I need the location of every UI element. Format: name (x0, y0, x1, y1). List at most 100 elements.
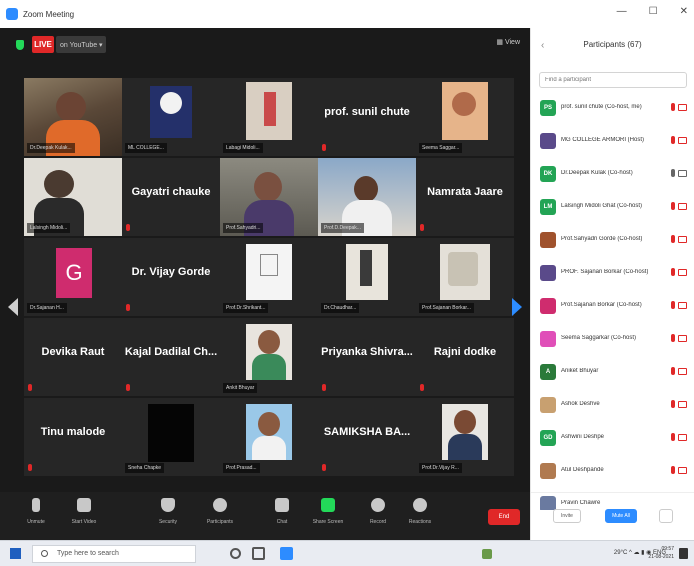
video-tile[interactable]: Devika Raut (24, 318, 122, 396)
meeting-toolbar: Unmute Start Video Security Participants… (0, 492, 530, 540)
participant-row[interactable]: Ashok Deshve (531, 391, 694, 421)
participant-row[interactable]: DK Dr.Deepak Kulak (Co-host) (531, 160, 694, 190)
windows-start-icon[interactable] (10, 548, 21, 559)
invite-button[interactable]: Invite (553, 509, 581, 523)
participant-name: Kajal Dadilal Ch... (124, 346, 218, 358)
share-screen-button[interactable]: Share Screen (304, 498, 352, 525)
task-view-icon[interactable] (252, 547, 265, 560)
video-tile[interactable]: SAMIKSHA BA... (318, 398, 416, 476)
participant-row-name: Prof.Sahyadri Gorde (Co-host) (561, 236, 643, 242)
video-tile[interactable]: ML COLLEGE... (122, 78, 220, 156)
participant-row[interactable]: Seema Saggarkar (Co-host) (531, 325, 694, 355)
participant-row[interactable]: LM Lalsingh Midoli Ghat (Co-host) (531, 193, 694, 223)
video-tile[interactable]: Tinu malode (24, 398, 122, 476)
previous-page-arrow-icon[interactable] (8, 298, 18, 316)
video-tile[interactable]: Prof.D.Deepak... (318, 158, 416, 236)
notifications-icon[interactable] (679, 548, 688, 559)
participant-row[interactable]: PS prof. sunil chute (Co-host, me) (531, 94, 694, 124)
unmute-button[interactable]: Unmute (12, 498, 60, 525)
video-tile[interactable]: Prof.Dr.Shrikant... (220, 238, 318, 316)
taskbar-clock[interactable]: 09:57 21-08-2021 (648, 545, 674, 561)
muted-mic-icon (671, 235, 675, 243)
mute-all-button[interactable]: Mute All (605, 509, 637, 523)
participant-avatar: GD (540, 430, 556, 446)
panel-title: Participants (67) (583, 40, 642, 49)
participant-label: Dr.Sajanan H... (27, 303, 67, 313)
participant-row[interactable]: Prof.Sajanan Borkar (Co-host) (531, 292, 694, 322)
person-silhouette (448, 434, 482, 460)
video-tile[interactable]: Dr.Chaudhar... (318, 238, 416, 316)
record-label: Record (369, 519, 387, 525)
participant-row[interactable]: PROF. Sajanan Borkar (Co-host) (531, 259, 694, 289)
video-tile[interactable]: Prof.Dr.Vijay R... (416, 398, 514, 476)
live-badge[interactable]: LIVE (32, 36, 54, 53)
video-tile[interactable]: Dr.Deepak Kulak... (24, 78, 122, 156)
video-tile[interactable]: Prof.Sahyadri... (220, 158, 318, 236)
participant-row[interactable]: MG COLLEGE ARMORI (Host) (531, 127, 694, 157)
taskbar-search-box[interactable]: Type here to search (32, 545, 196, 563)
video-icon (678, 170, 687, 177)
video-tile[interactable]: Kajal Dadilal Ch... (122, 318, 220, 396)
panel-header: ‹ Participants (67) (531, 28, 694, 64)
close-button[interactable]: ✕ (680, 6, 688, 17)
cortana-icon[interactable] (230, 548, 241, 559)
participant-avatar (540, 397, 556, 413)
video-tile[interactable]: G Dr.Sajanan H... (24, 238, 122, 316)
video-tile[interactable]: Labagi Midoli... (220, 78, 318, 156)
weather-icon[interactable] (482, 549, 492, 559)
video-tile[interactable]: prof. sunil chute (318, 78, 416, 156)
video-tile[interactable]: Priyanka Shivra... (318, 318, 416, 396)
participant-row-name: Aniket Bhuyar (561, 368, 599, 374)
minimize-button[interactable]: — (617, 6, 627, 17)
video-tile[interactable]: Lalsingh Midoli... (24, 158, 122, 236)
video-tile[interactable]: Rajni dodke (416, 318, 514, 396)
security-button[interactable]: Security (144, 498, 192, 525)
security-shield-icon[interactable] (16, 40, 24, 50)
muted-mic-icon (322, 384, 326, 391)
video-off-icon (678, 401, 687, 408)
participant-avatar (540, 331, 556, 347)
video-tile[interactable]: Sneha Chapke (122, 398, 220, 476)
more-options-button[interactable] (659, 509, 673, 523)
live-destination-dropdown[interactable]: on YouTube ▾ (56, 36, 106, 53)
zoom-taskbar-icon[interactable] (280, 547, 293, 560)
next-page-arrow-icon[interactable] (512, 298, 522, 316)
participant-row[interactable]: A Aniket Bhuyar (531, 358, 694, 388)
participant-row[interactable]: Atul Deshpande (531, 457, 694, 487)
video-tile[interactable]: Seema Saggar... (416, 78, 514, 156)
record-button[interactable]: Record (354, 498, 402, 525)
participant-avatar (540, 265, 556, 281)
participant-name: Dr. Vijay Gorde (131, 266, 211, 278)
participants-button[interactable]: Participants (196, 498, 244, 525)
video-tile[interactable]: Ankit Bhuyar (220, 318, 318, 396)
participants-icon (213, 498, 227, 512)
participant-row-name: Prof.Sajanan Borkar (Co-host) (561, 302, 642, 308)
participant-label: Labagi Midoli... (223, 143, 263, 153)
video-tile[interactable]: Prof.Prasad... (220, 398, 318, 476)
maximize-button[interactable]: ☐ (649, 6, 658, 17)
participant-search-input[interactable] (539, 72, 687, 88)
view-button[interactable]: ▦ View (496, 38, 520, 46)
muted-mic-icon (420, 224, 424, 231)
muted-mic-icon (126, 304, 130, 311)
person-silhouette (258, 412, 280, 436)
participant-label: Prof.Sajanan Borkar... (419, 303, 474, 313)
participant-row[interactable]: GD Ashwini Deshpe (531, 424, 694, 454)
person-silhouette (254, 172, 282, 202)
chat-button[interactable]: Chat (258, 498, 306, 525)
end-meeting-button[interactable]: End (488, 509, 520, 525)
muted-mic-icon (671, 367, 675, 375)
video-tile[interactable]: Gayatri chauke (122, 158, 220, 236)
reactions-button[interactable]: Reactions (396, 498, 444, 525)
reactions-icon (413, 498, 427, 512)
mic-icon (671, 169, 675, 177)
start-video-button[interactable]: Start Video (60, 498, 108, 525)
video-tile[interactable]: Dr. Vijay Gorde (122, 238, 220, 316)
microphone-icon (32, 498, 40, 512)
person-silhouette (354, 176, 378, 202)
video-tile[interactable]: Prof.Sajanan Borkar... (416, 238, 514, 316)
video-tile[interactable]: Namrata Jaare (416, 158, 514, 236)
participant-label: Ankit Bhuyar (223, 383, 258, 393)
meeting-top-bar: LIVE on YouTube ▾ ▦ View (0, 28, 530, 64)
participant-row[interactable]: Prof.Sahyadri Gorde (Co-host) (531, 226, 694, 256)
